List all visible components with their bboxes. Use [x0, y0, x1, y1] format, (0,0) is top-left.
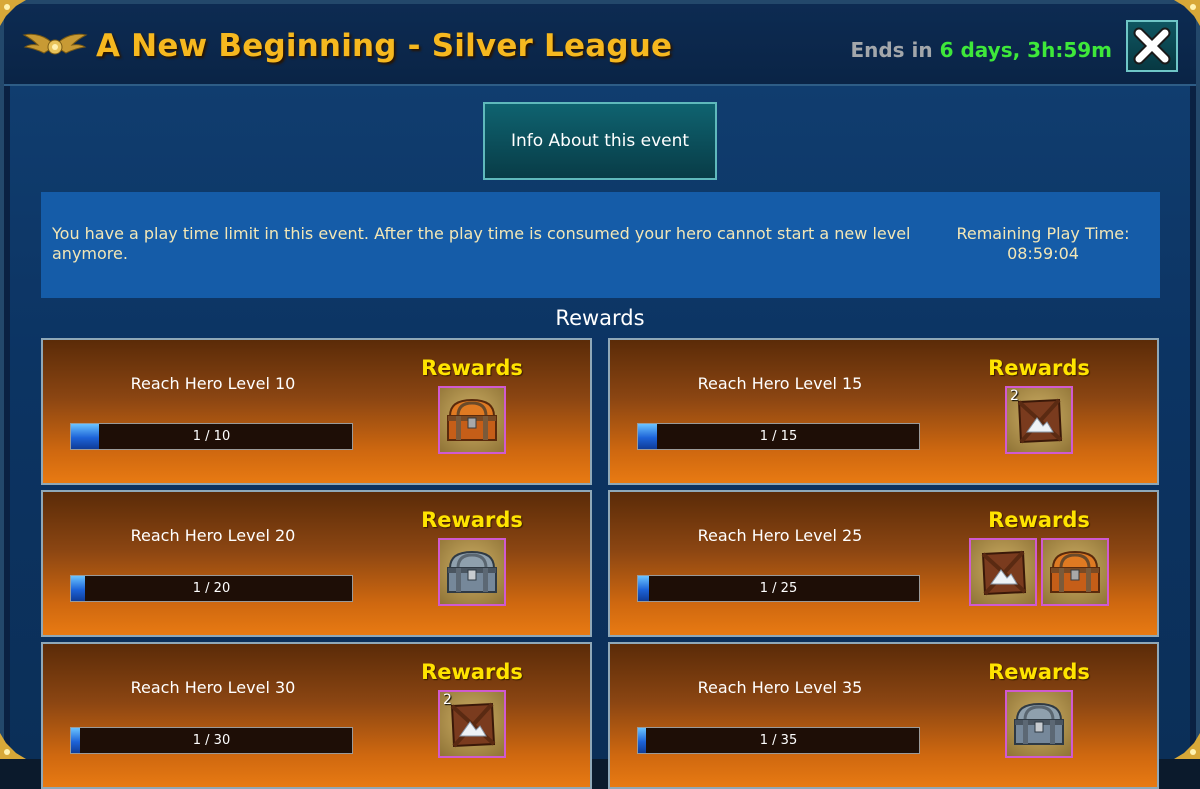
- goal-label: Reach Hero Level 15: [697, 374, 863, 393]
- rewards-title: Rewards: [988, 660, 1090, 684]
- reward-card: Reach Hero Level 25 1 / 25 Rewards: [608, 490, 1159, 637]
- silver-chest-icon: [447, 550, 497, 593]
- reward-quantity: 2: [443, 692, 452, 708]
- reward-card: Reach Hero Level 15 1 / 15 Rewards 2: [608, 338, 1159, 485]
- reward-card: Reach Hero Level 30 1 / 30 Rewards 2: [41, 642, 592, 789]
- play-time-notice: You have a play time limit in this event…: [41, 192, 1160, 298]
- goal-label: Reach Hero Level 25: [697, 526, 863, 545]
- goal-label: Reach Hero Level 10: [130, 374, 296, 393]
- rewards-title: Rewards: [988, 356, 1090, 380]
- progress-text: 1 / 10: [192, 429, 231, 444]
- close-button[interactable]: [1126, 20, 1178, 72]
- progress-bar: 1 / 30: [70, 727, 353, 754]
- notice-text: You have a play time limit in this event…: [52, 224, 911, 263]
- progress-bar: 1 / 15: [637, 423, 920, 450]
- progress-text: 1 / 25: [759, 581, 798, 596]
- winged-emblem-icon: [22, 33, 88, 55]
- reward-item[interactable]: 2: [438, 690, 506, 758]
- corner-ornament-icon: [1174, 0, 1200, 26]
- remaining-play-time-label: Remaining Play Time:: [956, 224, 1130, 243]
- corner-ornament-icon: [0, 0, 26, 26]
- header-bar: A New Beginning - Silver League Ends in …: [4, 4, 1196, 86]
- ends-value: 6 days, 3h:59m: [939, 38, 1112, 62]
- goal-label: Reach Hero Level 35: [697, 678, 863, 697]
- corner-ornament-icon: [1174, 733, 1200, 759]
- rewards-title: Rewards: [421, 356, 523, 380]
- progress-text: 1 / 15: [759, 429, 798, 444]
- reward-item[interactable]: [438, 538, 506, 606]
- rewards-title: Rewards: [421, 508, 523, 532]
- progress-text: 1 / 20: [192, 581, 231, 596]
- orange-chest-icon: [1050, 550, 1100, 593]
- info-about-event-button[interactable]: Info About this event: [483, 102, 717, 180]
- progress-bar: 1 / 20: [70, 575, 353, 602]
- remaining-play-time-value: 08:59:04: [1007, 244, 1079, 263]
- progress-text: 1 / 30: [192, 733, 231, 748]
- orange-chest-icon: [447, 398, 497, 441]
- event-timer: Ends in 6 days, 3h:59m: [850, 38, 1112, 62]
- progress-bar: 1 / 10: [70, 423, 353, 450]
- reward-item[interactable]: [1041, 538, 1109, 606]
- rewards-heading: Rewards: [555, 306, 645, 330]
- reward-card: Reach Hero Level 20 1 / 20 Rewards: [41, 490, 592, 637]
- reward-item[interactable]: [969, 538, 1037, 606]
- reward-quantity: 2: [1010, 388, 1019, 404]
- goal-label: Reach Hero Level 20: [130, 526, 296, 545]
- reward-item[interactable]: 2: [1005, 386, 1073, 454]
- goal-label: Reach Hero Level 30: [130, 678, 296, 697]
- reward-card: Reach Hero Level 35 1 / 35 Rewards: [608, 642, 1159, 789]
- silver-chest-icon: [1014, 702, 1064, 745]
- crate-icon: [981, 550, 1027, 596]
- ends-label: Ends in: [850, 38, 933, 62]
- rewards-title: Rewards: [988, 508, 1090, 532]
- progress-text: 1 / 35: [759, 733, 798, 748]
- progress-bar: 1 / 35: [637, 727, 920, 754]
- reward-item[interactable]: [438, 386, 506, 454]
- reward-item[interactable]: [1005, 690, 1073, 758]
- rewards-title: Rewards: [421, 660, 523, 684]
- reward-card: Reach Hero Level 10 1 / 10 Rewards: [41, 338, 592, 485]
- corner-ornament-icon: [0, 733, 26, 759]
- close-icon: [1133, 27, 1171, 65]
- progress-bar: 1 / 25: [637, 575, 920, 602]
- event-title: A New Beginning - Silver League: [96, 28, 673, 64]
- title-group: A New Beginning - Silver League: [22, 28, 672, 64]
